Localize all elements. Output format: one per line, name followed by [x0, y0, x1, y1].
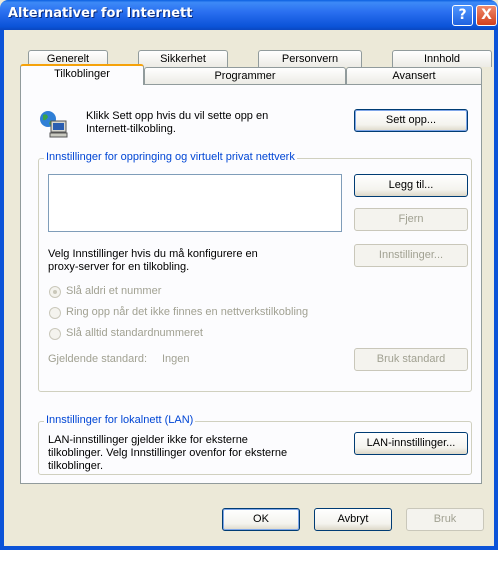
cancel-button[interactable]: Avbryt [314, 508, 392, 531]
radio-never-dial[interactable] [49, 286, 61, 298]
network-computer-icon [40, 111, 68, 138]
lan-description-line3: tilkoblinger. [48, 460, 104, 472]
setup-button[interactable]: Sett opp... [354, 109, 468, 132]
dialog-window: Alternativer for Internett ? X Generelt … [0, 0, 498, 550]
tab-tilkoblinger[interactable]: Tilkoblinger [20, 64, 144, 85]
connection-list[interactable] [48, 174, 342, 232]
radio-never-dial-label: Slå aldri et nummer [66, 285, 162, 297]
help-button[interactable]: ? [452, 5, 473, 26]
proxy-description-line2: proxy-server for en tilkobling. [48, 261, 190, 273]
current-default-value: Ingen [162, 353, 190, 365]
remove-connection-button[interactable]: Fjern [354, 208, 468, 231]
apply-button[interactable]: Bruk [406, 508, 484, 531]
lan-description-line1: LAN-innstillinger gjelder ikke for ekste… [48, 434, 248, 446]
window-bottom-border [0, 546, 498, 550]
add-connection-button[interactable]: Legg til... [354, 174, 468, 197]
setup-description-line2: Internett-tilkobling. [86, 123, 176, 135]
ok-button[interactable]: OK [222, 508, 300, 531]
set-default-button[interactable]: Bruk standard [354, 348, 468, 371]
lan-description-line2: tilkoblinger. Velg Innstillinger ovenfor… [48, 447, 288, 459]
proxy-description-line1: Velg Innstillinger hvis du må konfigurer… [48, 248, 258, 260]
tab-innhold[interactable]: Innhold [392, 50, 492, 67]
lan-group-title: Innstillinger for lokalnett (LAN) [44, 414, 196, 426]
radio-always-dial-default[interactable] [49, 328, 61, 340]
dialup-group-title: Innstillinger for oppringing og virtuelt… [44, 151, 297, 163]
tab-sikkerhet[interactable]: Sikkerhet [138, 50, 228, 67]
lan-settings-button[interactable]: LAN-innstillinger... [354, 432, 468, 455]
radio-dial-when-no-network-label: Ring opp når det ikke finnes en nettverk… [66, 306, 309, 318]
setup-description-line1: Klikk Sett opp hvis du vil sette opp en [86, 110, 269, 122]
current-default-label: Gjeldende standard: [48, 353, 148, 365]
window-title: Alternativer for Internett [8, 6, 193, 21]
radio-dial-when-no-network[interactable] [49, 307, 61, 319]
window-left-border [0, 30, 4, 550]
connection-settings-button[interactable]: Innstillinger... [354, 244, 468, 267]
close-button[interactable]: X [476, 5, 497, 26]
title-bar[interactable]: Alternativer for Internett ? X [0, 0, 498, 30]
tab-programmer[interactable]: Programmer [144, 67, 346, 84]
window-right-border [494, 30, 498, 550]
tab-personvern[interactable]: Personvern [258, 50, 362, 67]
radio-always-dial-default-label: Slå alltid standardnummeret [66, 327, 203, 339]
tab-avansert[interactable]: Avansert [346, 67, 482, 84]
